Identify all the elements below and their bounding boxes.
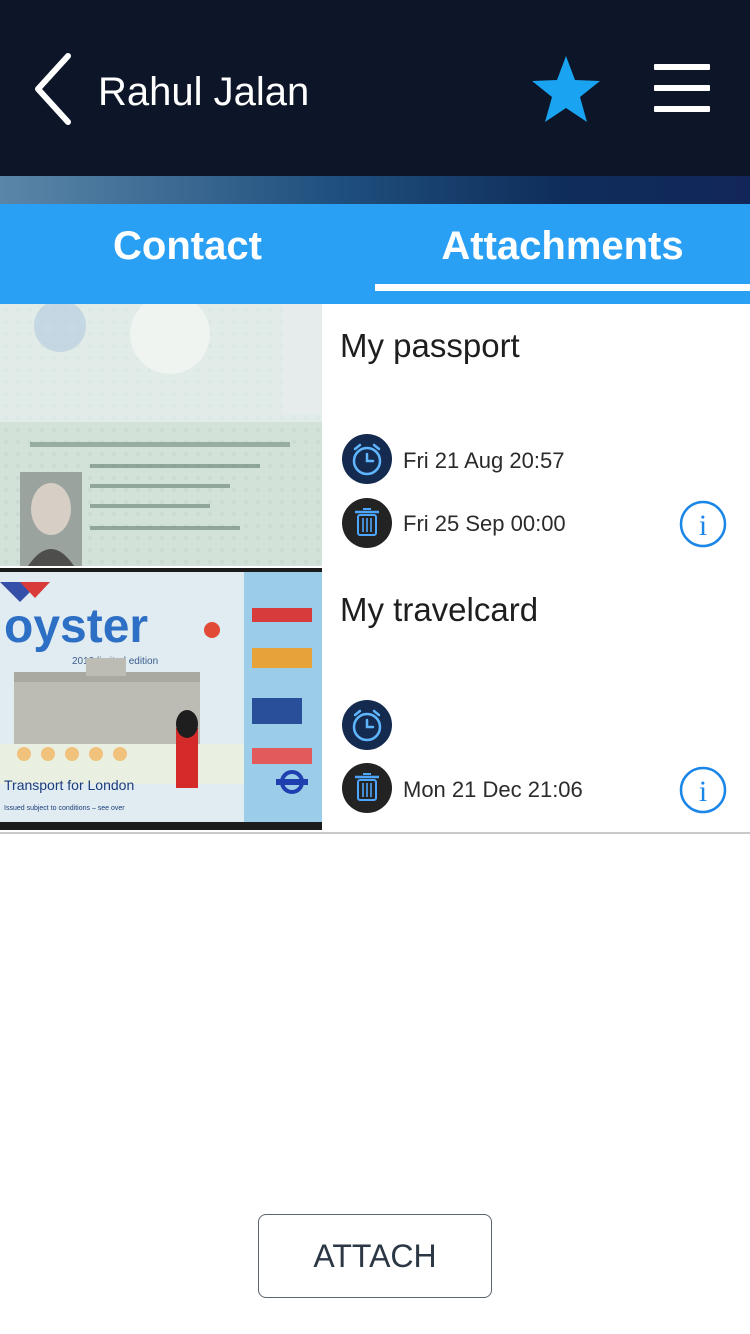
oyster-issuer-text: Transport for London — [4, 777, 134, 793]
tab-bar: Contact Attachments — [0, 204, 750, 304]
hamburger-menu-icon[interactable] — [654, 64, 710, 114]
info-icon[interactable]: i — [679, 766, 727, 814]
attachment-row[interactable]: oyster 2012 limited edition Transport fo… — [0, 568, 750, 834]
alarm-clock-icon[interactable] — [342, 700, 392, 750]
oyster-fineprint-text: Issued subject to conditions – see over — [4, 805, 125, 812]
trash-icon[interactable] — [342, 498, 392, 548]
attachment-title: My travelcard — [340, 591, 539, 628]
delete-time: Mon 21 Dec 21:06 — [403, 777, 583, 802]
tab-contact[interactable]: Contact — [0, 222, 375, 270]
attachment-row[interactable]: My passport Fri 21 Aug 20:57 Fri 25 Sep … — [0, 304, 750, 570]
trash-icon[interactable] — [342, 763, 392, 813]
tab-selected-indicator — [375, 284, 750, 291]
info-icon[interactable]: i — [679, 500, 727, 548]
attach-button[interactable]: ATTACH — [258, 1214, 492, 1298]
delete-time: Fri 25 Sep 00:00 — [403, 511, 566, 536]
oyster-card-thumbnail[interactable]: oyster 2012 limited edition Transport fo… — [0, 568, 322, 830]
tab-attachments[interactable]: Attachments — [375, 222, 750, 270]
oyster-brand-text: oyster — [4, 600, 148, 653]
svg-text:i: i — [699, 509, 707, 542]
passport-thumbnail[interactable] — [0, 304, 322, 566]
chevron-left-icon[interactable] — [30, 52, 80, 126]
svg-text:i: i — [699, 775, 707, 808]
header-gradient-stripe — [0, 176, 750, 204]
star-icon[interactable] — [530, 54, 602, 124]
contact-name-title: Rahul Jalan — [98, 70, 310, 114]
app-header: Rahul Jalan — [0, 0, 750, 176]
alarm-clock-icon[interactable] — [342, 434, 392, 484]
alarm-time: Fri 21 Aug 20:57 — [403, 448, 565, 473]
attachment-title: My passport — [340, 327, 520, 364]
